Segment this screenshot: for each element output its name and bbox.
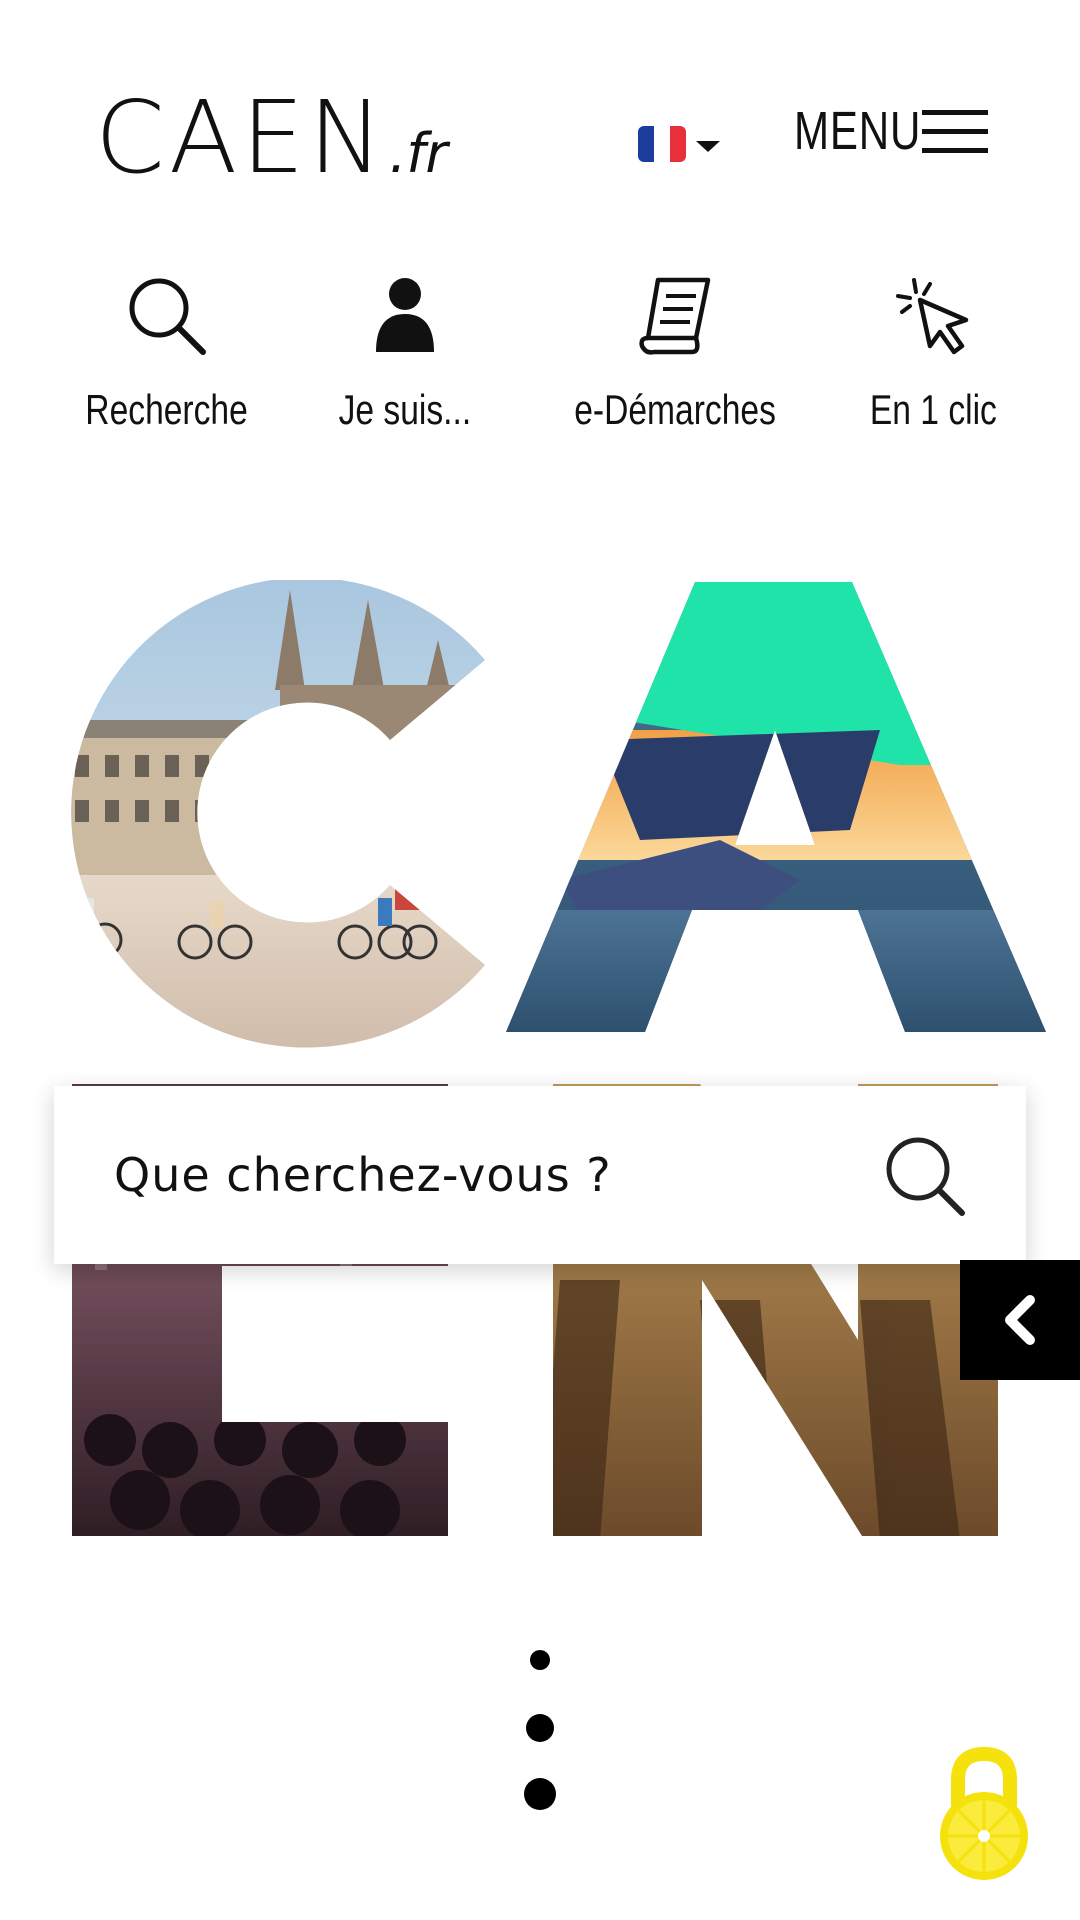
- search-icon[interactable]: [882, 1133, 966, 1217]
- search-box[interactable]: Que cherchez-vous ?: [54, 1086, 1026, 1264]
- chevron-left-icon: [1005, 1295, 1035, 1345]
- logo-main-text: CAEN: [95, 79, 388, 196]
- search-icon: [129, 278, 206, 355]
- quick-link-label: En 1 clic: [869, 386, 997, 433]
- hero-caen-letters[interactable]: [0, 580, 1080, 1540]
- quick-link-e-demarches[interactable]: e-Démarches: [560, 276, 790, 434]
- user-icon: [376, 278, 434, 352]
- lemon-padlock-icon[interactable]: [928, 1742, 1040, 1882]
- letter-c-photo: [71, 580, 486, 1048]
- site-logo[interactable]: CAEN .fr: [95, 88, 448, 188]
- hamburger-icon: [922, 109, 988, 153]
- quick-link-recherche[interactable]: Recherche: [52, 276, 282, 434]
- scroll-down-indicator[interactable]: [512, 1650, 568, 1810]
- carousel-prev-button[interactable]: [960, 1260, 1080, 1380]
- search-input[interactable]: Que cherchez-vous ?: [114, 1148, 612, 1202]
- quick-link-label: Je suis...: [338, 386, 472, 433]
- dot-small: [530, 1650, 550, 1670]
- quick-link-label: e-Démarches: [574, 386, 776, 433]
- quick-link-en-1-clic[interactable]: En 1 clic: [838, 276, 1028, 434]
- dot-medium: [526, 1714, 554, 1742]
- document-scroll-icon: [639, 277, 711, 355]
- dot-large: [524, 1778, 556, 1810]
- letter-a-photo: [506, 582, 1046, 1032]
- menu-label: MENU: [794, 101, 922, 161]
- language-selector[interactable]: [638, 126, 720, 162]
- cursor-click-icon: [896, 278, 969, 355]
- quick-link-je-suis[interactable]: Je suis...: [300, 276, 510, 434]
- logo-tld-text: .fr: [389, 122, 448, 185]
- caret-down-icon: [696, 140, 720, 152]
- quick-link-label: Recherche: [85, 386, 249, 433]
- france-flag-icon: [638, 126, 686, 162]
- menu-button[interactable]: MENU: [794, 100, 988, 162]
